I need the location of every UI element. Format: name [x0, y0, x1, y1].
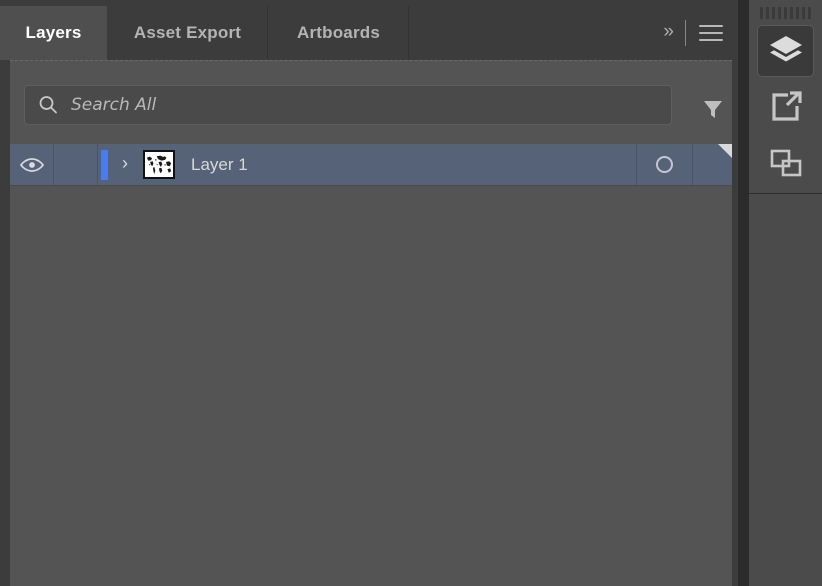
export-arrow-icon [771, 91, 802, 121]
rail-divider [749, 193, 822, 194]
table-row[interactable]: › Layer 1 [10, 144, 732, 186]
drag-grip-handle[interactable] [757, 7, 814, 19]
hamburger-menu-icon[interactable] [699, 23, 723, 43]
menu-line [699, 31, 723, 34]
layer-selection-indicator [101, 149, 108, 180]
panel-tab-controls: ›› [618, 6, 738, 59]
panel-group: Layers Asset Export Artboards ›› Search … [0, 0, 738, 586]
target-circle-icon [656, 156, 673, 173]
tab-artboards-label: Artboards [296, 22, 381, 42]
layer-color-corner-flag [718, 144, 732, 158]
grip-line [790, 7, 793, 19]
tab-controls-divider [685, 19, 686, 46]
layers-panel-body: Search All › Layer 1 [10, 60, 732, 586]
grip-line [796, 7, 799, 19]
grip-line [760, 7, 763, 19]
search-placeholder: Search All [71, 95, 157, 115]
layer-lock-toggle[interactable] [54, 144, 98, 185]
menu-line [699, 24, 723, 27]
search-row: Search All [10, 61, 732, 144]
grip-line [772, 7, 775, 19]
layer-visibility-toggle[interactable] [10, 144, 54, 185]
layer-disclosure-triangle-icon[interactable]: › [108, 153, 142, 176]
panel-tab-strip: Layers Asset Export Artboards ›› [0, 6, 738, 60]
menu-line [699, 38, 723, 41]
rail-button-asset-export[interactable] [757, 81, 814, 133]
tab-asset-export-label: Asset Export [133, 22, 242, 42]
search-input[interactable]: Search All [24, 85, 672, 125]
grip-line [802, 7, 805, 19]
layers-stack-icon [769, 36, 802, 62]
tab-artboards[interactable]: Artboards [269, 6, 409, 59]
world-map-thumbnail [145, 152, 173, 177]
grip-line [766, 7, 769, 19]
rail-separator [738, 0, 749, 586]
rail-button-artboards[interactable] [757, 137, 814, 189]
grip-line [778, 7, 781, 19]
layer-list: › Layer 1 [10, 144, 732, 586]
layer-thumbnail [143, 150, 175, 179]
icon-rail [749, 0, 822, 586]
grip-line [784, 7, 787, 19]
disclosure-glyph: › [122, 153, 128, 173]
filter-funnel-icon[interactable] [698, 97, 728, 121]
layer-target-indicator[interactable] [636, 144, 692, 185]
overflow-chevron-icon[interactable]: ›› [663, 22, 674, 43]
layer-name-label[interactable]: Layer 1 [191, 155, 636, 175]
tab-layers-label: Layers [25, 23, 82, 42]
funnel-glyph [704, 101, 722, 118]
layer-appearance-column[interactable] [692, 144, 732, 185]
grip-line [808, 7, 811, 19]
tab-layers[interactable]: Layers [0, 6, 107, 60]
tab-asset-export[interactable]: Asset Export [108, 6, 268, 59]
illustrator-layers-panel: Layers Asset Export Artboards ›› Search … [0, 0, 822, 586]
artboards-squares-icon [770, 149, 801, 177]
rail-button-layers[interactable] [757, 25, 814, 77]
search-icon [39, 96, 57, 114]
eye-icon [19, 157, 44, 172]
